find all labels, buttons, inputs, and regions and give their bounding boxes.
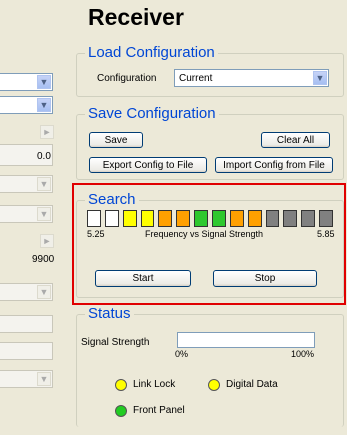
export-config-button[interactable]: Export Config to File (89, 157, 207, 173)
configuration-label: Configuration (97, 73, 157, 84)
left-select-6: ▼ (0, 370, 53, 388)
spectrum-segment (158, 210, 173, 227)
spectrum-segment (265, 210, 280, 227)
left-panel: ▼ ▼ ► 0.0 ▼ ▼ ► 9900 ▼ ▼ (0, 55, 68, 435)
left-select-2[interactable]: ▼ (0, 96, 53, 114)
page-title: Receiver (88, 4, 184, 30)
signal-min-label: 0% (175, 349, 189, 359)
left-field-3 (0, 342, 53, 360)
import-config-button[interactable]: Import Config from File (215, 157, 333, 173)
chevron-down-icon: ▼ (37, 285, 51, 299)
left-field-2 (0, 315, 53, 333)
spectrum-segment (283, 210, 298, 227)
chevron-down-icon: ▼ (37, 207, 51, 221)
spectrum-segment (301, 210, 316, 227)
freq-min-label: 5.25 (87, 229, 105, 239)
load-config-label: Load Configuration (85, 44, 218, 61)
chevron-right-icon: ► (40, 125, 54, 139)
chevron-down-icon[interactable]: ▼ (313, 71, 327, 85)
chevron-down-icon: ▼ (37, 372, 51, 386)
spectrum-segment (319, 210, 333, 227)
frequency-spectrum-bar (87, 210, 337, 227)
search-label: Search (85, 191, 139, 208)
chevron-right-icon: ► (40, 234, 54, 248)
digital-data-label: Digital Data (226, 379, 278, 390)
spectrum-caption: Frequency vs Signal Strength (145, 229, 264, 239)
status-label: Status (85, 305, 134, 322)
spectrum-segment (104, 210, 119, 227)
start-button[interactable]: Start (95, 270, 191, 287)
status-group: Status Signal Strength 0% 100% Link Lock… (76, 305, 344, 427)
spectrum-segment (212, 210, 226, 227)
spectrum-segment (247, 210, 262, 227)
digital-data-indicator-icon (208, 379, 220, 391)
left-select-3: ▼ (0, 175, 53, 193)
left-value-1: 0.0 (37, 151, 51, 162)
freq-max-label: 5.85 (317, 229, 335, 239)
link-lock-indicator-icon (115, 379, 127, 391)
configuration-value: Current (179, 73, 213, 84)
clear-all-button[interactable]: Clear All (261, 132, 330, 148)
spectrum-segment (140, 210, 155, 227)
save-config-label: Save Configuration (85, 105, 219, 122)
left-select-5: ▼ (0, 283, 53, 301)
link-lock-label: Link Lock (133, 379, 176, 390)
save-button[interactable]: Save (89, 132, 143, 148)
chevron-down-icon[interactable]: ▼ (37, 98, 51, 112)
chevron-down-icon: ▼ (37, 177, 51, 191)
spectrum-segment (194, 210, 208, 227)
stop-button[interactable]: Stop (213, 270, 317, 287)
spectrum-segment (176, 210, 191, 227)
signal-strength-label: Signal Strength (81, 337, 150, 348)
front-panel-label: Front Panel (133, 405, 185, 416)
signal-strength-meter (177, 332, 315, 348)
save-config-group: Save Configuration Save Clear All Export… (76, 105, 344, 180)
left-select-1[interactable]: ▼ (0, 73, 53, 91)
search-group: Search 5.25 Frequency vs Signal Strength… (76, 191, 344, 298)
left-value-2: 9900 (32, 254, 55, 265)
chevron-down-icon[interactable]: ▼ (37, 75, 51, 89)
left-select-4: ▼ (0, 205, 53, 223)
spectrum-segment (229, 210, 244, 227)
spectrum-segment (87, 210, 101, 227)
spectrum-segment (122, 210, 137, 227)
load-config-group: Load Configuration Configuration Current… (76, 44, 344, 97)
signal-max-label: 100% (291, 349, 315, 359)
front-panel-indicator-icon (115, 405, 127, 417)
configuration-select[interactable]: Current ▼ (174, 69, 329, 87)
